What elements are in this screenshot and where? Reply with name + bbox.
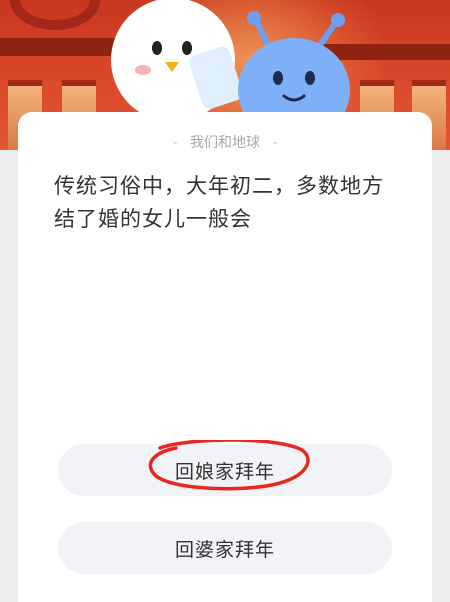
white-bird-mascot-icon [111, 0, 243, 122]
answer-option-2[interactable]: 回婆家拜年 [58, 522, 392, 574]
header-label: 我们和地球 [190, 135, 260, 151]
card-header: - 我们和地球 - [18, 132, 432, 152]
answer-option-2-label: 回婆家拜年 [174, 538, 275, 561]
header-dash-left: - [172, 135, 178, 151]
header-dash-right: - [272, 135, 278, 151]
lantern-decoration [10, 0, 100, 30]
question-card: - 我们和地球 - 传统习俗中，大年初二，多数地方结了婚的女儿一般会 回娘家拜年… [18, 112, 432, 602]
question-text: 传统习俗中，大年初二，多数地方结了婚的女儿一般会 [54, 174, 384, 231]
red-circle-annotation-icon [148, 440, 310, 491]
